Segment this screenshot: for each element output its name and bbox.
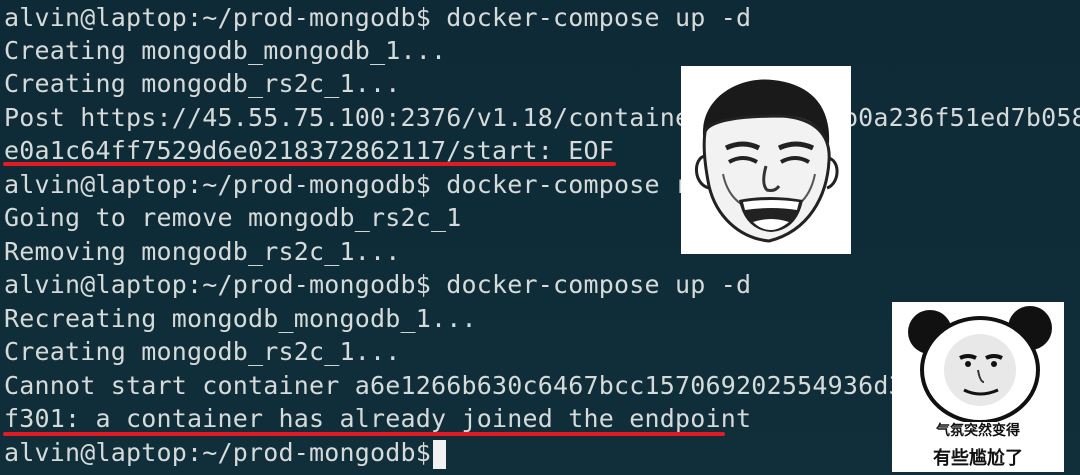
panda-face-icon — [892, 302, 1064, 422]
terminal-line: Cannot start container a6e1266b630c6467b… — [4, 371, 920, 400]
terminal-line: alvin@laptop:~/prod-mongodb$ docker-comp… — [4, 170, 706, 199]
terminal-line: Going to remove mongodb_rs2c_1 — [4, 203, 462, 232]
red-underline — [3, 162, 616, 166]
terminal-prompt: alvin@laptop:~/prod-mongodb$ — [4, 438, 447, 467]
panda-meme-image: 气氛突然变得 有些尴尬了 — [892, 302, 1064, 472]
terminal-line: Removing mongodb_rs2c_1... — [4, 237, 401, 266]
terminal-line: alvin@laptop:~/prod-mongodb$ docker-comp… — [4, 3, 752, 32]
terminal-line: alvin@laptop:~/prod-mongodb$ docker-comp… — [4, 270, 752, 299]
terminal-line: Recreating mongodb_mongodb_1... — [4, 304, 477, 333]
panda-caption-line2: 有些尴尬了 — [933, 448, 1023, 469]
laughing-face-meme-image — [681, 66, 851, 254]
terminal-line: Creating mongodb_rs2c_1... — [4, 337, 401, 366]
terminal-line: Creating mongodb_rs2c_1... — [4, 69, 401, 98]
terminal-window[interactable]: alvin@laptop:~/prod-mongodb$ docker-comp… — [0, 0, 1080, 475]
terminal-cursor — [433, 440, 446, 469]
panda-caption-line1: 气氛突然变得 — [936, 423, 1020, 439]
red-underline — [3, 432, 725, 436]
laughing-face-icon — [681, 66, 851, 254]
terminal-line: Post https://45.55.75.100:2376/v1.18/con… — [4, 103, 1080, 132]
terminal-line: f301: a container has already joined the… — [4, 404, 752, 433]
terminal-line: Creating mongodb_mongodb_1... — [4, 36, 447, 65]
